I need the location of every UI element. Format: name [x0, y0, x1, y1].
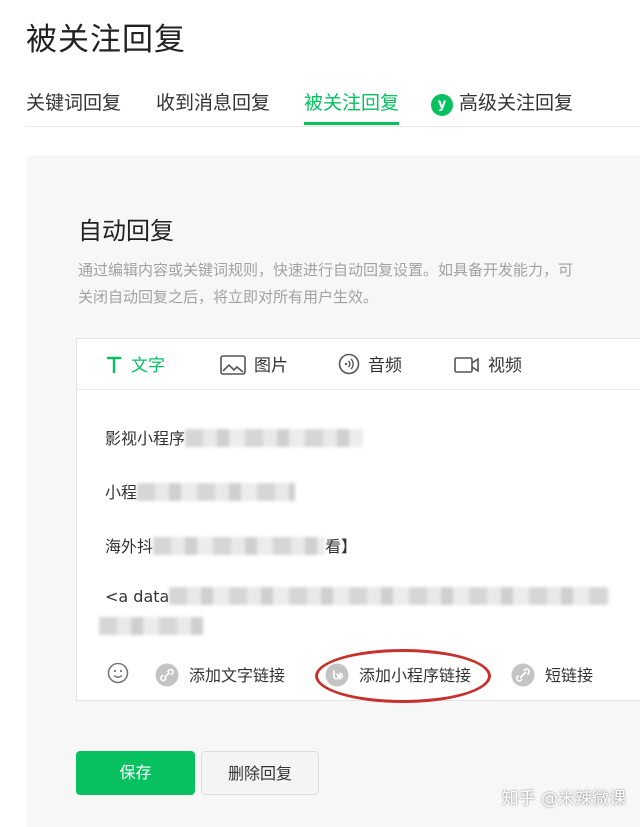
reply-editor: 文字 图片 音频 视频 影视小程序 小程 海外抖 看】 <a data 添加文字… — [76, 338, 640, 703]
tab-label: 被关注回复 — [304, 92, 400, 114]
reply-type-tabs: 关键词回复 收到消息回复 被关注回复 y 高级关注回复 — [26, 88, 640, 128]
tool-label: 短链接 — [545, 666, 594, 685]
type-tab-label: 音频 — [368, 356, 402, 376]
type-tab-text[interactable]: 文字 — [105, 351, 165, 380]
content-line-text: <a data — [105, 587, 170, 606]
emoji-icon — [107, 662, 129, 688]
type-tab-label: 图片 — [254, 356, 288, 376]
tab-label: 高级关注回复 — [459, 92, 574, 114]
short-link-button[interactable]: 短链接 — [511, 662, 593, 691]
section-title: 自动回复 — [78, 217, 174, 245]
redacted-text — [153, 537, 326, 555]
type-tab-video[interactable]: 视频 — [454, 351, 522, 380]
type-tab-image[interactable]: 图片 — [220, 351, 288, 380]
redacted-text — [185, 429, 364, 447]
type-tab-label: 视频 — [488, 356, 522, 376]
tab-message-reply[interactable]: 收到消息回复 — [156, 88, 270, 115]
content-line-suffix: 看】 — [325, 537, 358, 556]
save-button[interactable]: 保存 — [76, 751, 195, 795]
content-line: <a data — [105, 587, 610, 606]
auto-reply-panel: 自动回复 通过编辑内容或关键词规则，快速进行自动回复设置。如具备开发能力，可 关… — [26, 155, 640, 827]
content-line: 海外抖 看】 — [105, 533, 357, 557]
content-line-text: 海外抖 — [105, 537, 154, 556]
content-line: 小程 — [105, 479, 296, 503]
premium-y-icon: y — [431, 94, 453, 116]
audio-icon — [338, 353, 360, 380]
tab-advanced-follow-reply[interactable]: y 高级关注回复 — [431, 88, 573, 116]
short-link-icon — [511, 663, 535, 691]
tool-label: 添加文字链接 — [189, 666, 286, 685]
tab-label: 收到消息回复 — [156, 92, 271, 114]
type-tab-audio[interactable]: 音频 — [338, 351, 402, 380]
delete-reply-button[interactable]: 删除回复 — [201, 751, 319, 795]
page-title: 被关注回复 — [26, 22, 186, 58]
description-line: 关闭自动回复之后，将立即对所有用户生效。 — [78, 288, 379, 306]
content-line — [99, 617, 203, 636]
description-line: 通过编辑内容或关键词规则，快速进行自动回复设置。如具备开发能力，可 — [78, 261, 574, 279]
tab-keyword-reply[interactable]: 关键词回复 — [26, 88, 121, 115]
highlight-circle — [315, 649, 491, 703]
redacted-text — [99, 617, 203, 635]
add-text-link-button[interactable]: 添加文字链接 — [155, 662, 285, 691]
redacted-text — [169, 587, 610, 605]
image-icon — [220, 355, 246, 380]
watermark: 知乎 @米辣微课 — [501, 789, 626, 809]
content-line-text: 影视小程序 — [105, 429, 186, 448]
tab-label: 关键词回复 — [26, 92, 122, 114]
editor-toolbar: 添加文字链接 添加小程序链接 短链接 — [77, 646, 640, 703]
type-tab-label: 文字 — [131, 356, 165, 376]
content-line: 影视小程序 — [105, 425, 364, 449]
link-icon — [155, 663, 179, 691]
tabs-divider — [26, 126, 640, 127]
emoji-button[interactable] — [107, 662, 139, 688]
tab-follow-reply[interactable]: 被关注回复 — [304, 88, 400, 125]
content-type-tabs: 文字 图片 音频 视频 — [77, 339, 640, 390]
content-line-text: 小程 — [105, 483, 138, 502]
video-icon — [454, 355, 480, 380]
redacted-text — [137, 483, 296, 501]
text-icon — [105, 355, 123, 380]
section-description: 通过编辑内容或关键词规则，快速进行自动回复设置。如具备开发能力，可 关闭自动回复… — [78, 257, 640, 311]
